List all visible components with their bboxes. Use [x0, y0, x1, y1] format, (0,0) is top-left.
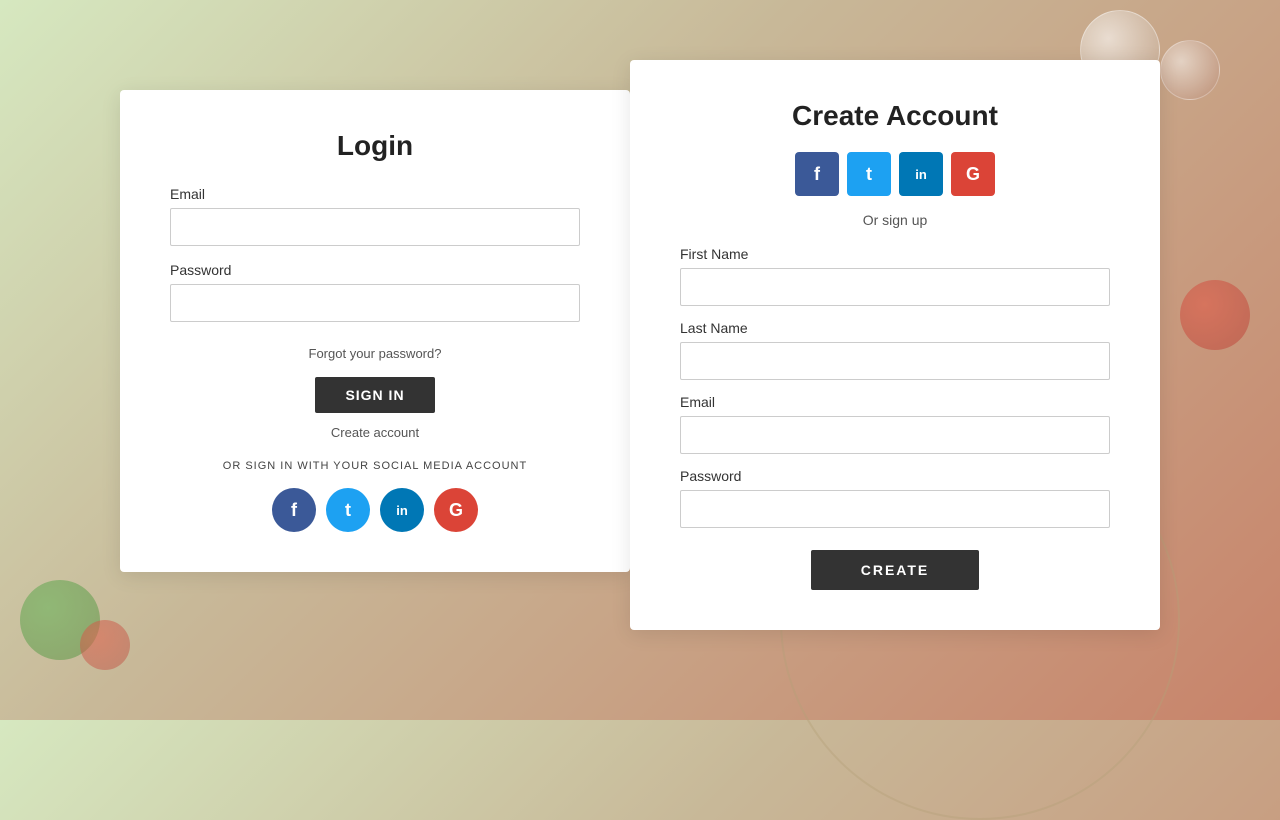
create-email-label: Email [680, 394, 1110, 410]
or-signup-text: Or sign up [863, 212, 928, 228]
password-label: Password [170, 262, 580, 278]
create-button[interactable]: CREATE [811, 550, 980, 590]
create-account-panel: Create Account f t in G Or sign up First… [630, 60, 1160, 630]
email-group: Email [170, 186, 580, 246]
create-account-link[interactable]: Create account [331, 425, 419, 440]
create-twitter-button[interactable]: t [847, 152, 891, 196]
forgot-password-link[interactable]: Forgot your password? [309, 346, 442, 361]
facebook-icon: f [814, 164, 820, 185]
first-name-input[interactable] [680, 268, 1110, 306]
login-twitter-button[interactable]: t [326, 488, 370, 532]
last-name-group: Last Name [680, 320, 1110, 380]
login-email-input[interactable] [170, 208, 580, 246]
create-google-button[interactable]: G [951, 152, 995, 196]
login-title: Login [337, 130, 413, 162]
last-name-input[interactable] [680, 342, 1110, 380]
panels-wrapper: Login Email Password Forgot your passwor… [120, 90, 1160, 630]
bg-decoration-circle-4 [20, 580, 100, 660]
linkedin-icon: in [396, 503, 408, 518]
login-google-button[interactable]: G [434, 488, 478, 532]
password-group: Password [170, 262, 580, 322]
login-password-input[interactable] [170, 284, 580, 322]
divider-text: OR SIGN IN WITH YOUR SOCIAL MEDIA ACCOUN… [223, 460, 527, 472]
create-password-group: Password [680, 468, 1110, 528]
google-icon: G [966, 164, 980, 185]
create-linkedin-button[interactable]: in [899, 152, 943, 196]
facebook-icon: f [291, 500, 297, 521]
sign-in-button[interactable]: SIGN IN [315, 377, 434, 413]
login-facebook-button[interactable]: f [272, 488, 316, 532]
create-email-group: Email [680, 394, 1110, 454]
last-name-label: Last Name [680, 320, 1110, 336]
first-name-label: First Name [680, 246, 1110, 262]
bg-decoration-circle-2 [1160, 40, 1220, 100]
email-label: Email [170, 186, 580, 202]
google-icon: G [449, 500, 463, 521]
create-account-title: Create Account [792, 100, 998, 132]
create-password-label: Password [680, 468, 1110, 484]
linkedin-icon: in [915, 167, 927, 182]
create-social-icons: f t in G [795, 152, 995, 196]
create-password-input[interactable] [680, 490, 1110, 528]
twitter-icon: t [345, 500, 351, 521]
first-name-group: First Name [680, 246, 1110, 306]
twitter-icon: t [866, 164, 872, 185]
login-social-icons: f t in G [272, 488, 478, 532]
create-facebook-button[interactable]: f [795, 152, 839, 196]
login-linkedin-button[interactable]: in [380, 488, 424, 532]
login-panel: Login Email Password Forgot your passwor… [120, 90, 630, 572]
bg-decoration-circle-3 [1180, 280, 1250, 350]
create-email-input[interactable] [680, 416, 1110, 454]
